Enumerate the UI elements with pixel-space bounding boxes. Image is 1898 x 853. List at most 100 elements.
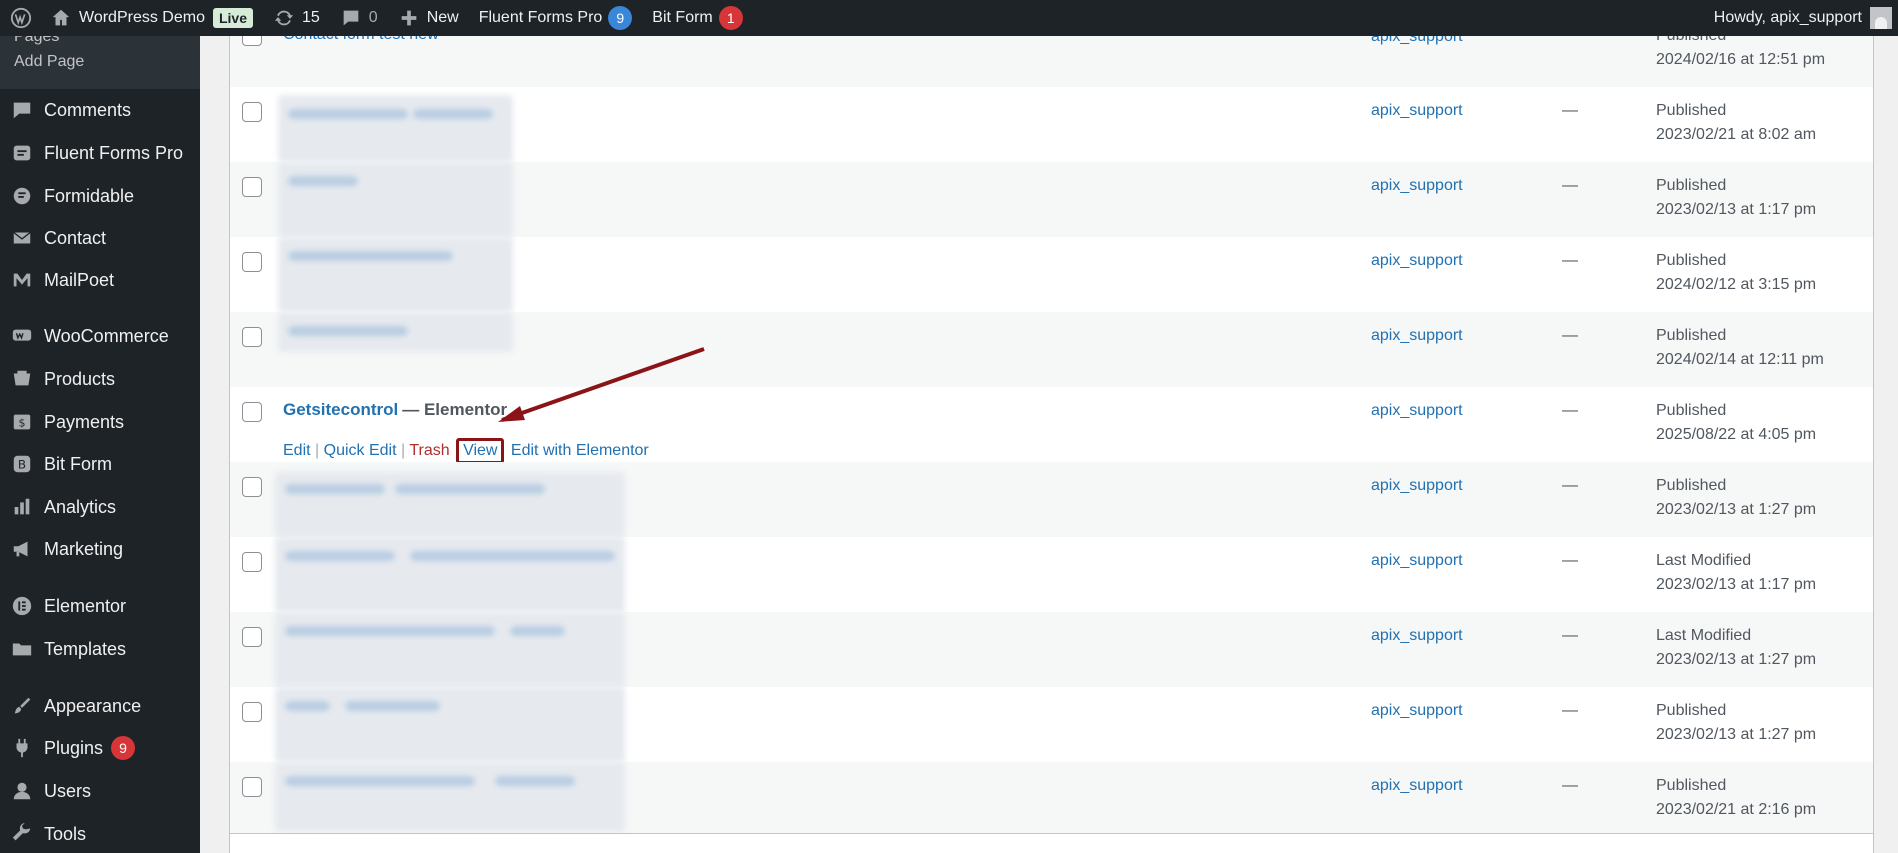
date-value: 2024/02/16 at 12:51 pm [1656,51,1826,68]
sidebar-item-templates[interactable]: Templates [0,629,200,669]
sidebar-item-comments[interactable]: Comments [0,90,200,130]
status-label: Last Modified [1656,552,1752,569]
date-cell: Published 2024/02/14 at 12:11 pm [1656,324,1824,372]
sidebar-item-plugins[interactable]: Plugins 9 [0,728,200,768]
updates-menu[interactable]: 15 [263,0,330,36]
site-name: WordPress Demo [79,9,205,26]
row-checkbox[interactable] [242,36,262,46]
date-cell: Published 2023/02/21 at 2:16 pm [1656,774,1816,822]
row-title: Getsitecontrol — Elementor [283,400,507,420]
wordpress-logo-menu[interactable] [0,0,40,36]
sidebar-item-appearance[interactable]: Appearance [0,686,200,726]
sidebar-item-elementor[interactable]: Elementor [0,586,200,626]
plugin-icon [10,736,34,760]
date-cell: Last Modified 2023/02/13 at 1:17 pm [1656,549,1816,597]
author-link[interactable]: apix_support [1371,36,1463,46]
new-content-menu[interactable]: New [388,0,469,36]
my-account-menu[interactable]: Howdy, apix_support [1704,0,1898,36]
date-value: 2023/02/21 at 2:16 pm [1656,801,1817,818]
date-value: 2023/02/13 at 1:27 pm [1656,501,1817,518]
row-checkbox[interactable] [242,252,262,272]
bit-form-menu[interactable]: Bit Form 1 [642,0,752,36]
row-title-link[interactable]: Getsitecontrol [283,400,398,419]
sidebar-item-woocommerce[interactable]: WooCommerce [0,316,200,356]
row-title-link[interactable]: Contact form test new [283,36,439,44]
submenu-item-add-page[interactable]: Add Page [14,53,84,71]
view-link[interactable]: View [456,438,505,464]
comment-icon [10,98,34,122]
sidebar-item-bit-form[interactable]: B Bit Form [0,444,200,484]
date-cell: Published 2023/02/13 at 1:27 pm [1656,474,1816,522]
row-checkbox[interactable] [242,102,262,122]
date-value: 2023/02/21 at 8:02 am [1656,126,1817,143]
edit-with-elementor-link[interactable]: Edit with Elementor [511,442,649,459]
sidebar-item-formidable[interactable]: Formidable [0,176,200,216]
quick-edit-link[interactable]: Quick Edit [324,442,397,459]
sidebar-item-contact[interactable]: Contact [0,218,200,258]
comment-bubble-icon [340,7,362,29]
table-row: apix_support — Last Modified 2023/02/13 at … [230,537,1873,612]
howdy-text: Howdy, apix_support [1713,9,1862,26]
table-row: apix_support — Published 2023/02/21 at 2:16… [230,762,1873,837]
table-row: apix_support — Last Modified 2023/02/13 at … [230,612,1873,687]
table-row: apix_support — Published 2023/02/21 at 8:02… [230,87,1873,162]
action-separator: | [396,442,410,459]
row-checkbox[interactable] [242,177,262,197]
sidebar-item-marketing[interactable]: Marketing [0,529,200,569]
fluent-forms-menu[interactable]: Fluent Forms Pro 9 [469,0,643,36]
sidebar-item-payments[interactable]: $ Payments [0,402,200,442]
edit-link[interactable]: Edit [283,442,311,459]
status-label: Published [1656,402,1727,419]
row-checkbox[interactable] [242,702,262,722]
site-name-menu[interactable]: WordPress Demo Live [40,0,263,36]
status-label: Published [1656,327,1727,344]
author-link[interactable]: apix_support [1371,777,1463,795]
sidebar-item-analytics[interactable]: Analytics [0,487,200,527]
row-checkbox[interactable] [242,477,262,497]
status-label: Published [1656,36,1825,48]
home-icon [50,7,72,29]
sidebar-item-users[interactable]: Users [0,771,200,811]
submenu-item-all-pages[interactable]: Pages [14,36,59,46]
row-checkbox[interactable] [242,627,262,647]
author-link[interactable]: apix_support [1371,102,1463,120]
row-checkbox[interactable] [242,327,262,347]
redacted-title [278,237,513,312]
date-value: 2023/02/13 at 1:17 pm [1656,576,1817,593]
sidebar-item-mailpoet[interactable]: MailPoet [0,260,200,300]
redacted-title [278,312,513,352]
sidebar-item-label: Contact [44,227,107,248]
author-link[interactable]: apix_support [1371,402,1463,420]
comments-menu[interactable]: 0 [330,0,388,36]
status-label: Published [1656,252,1727,269]
sidebar-item-label: Analytics [44,496,117,517]
author-link[interactable]: apix_support [1371,702,1463,720]
author-link[interactable]: apix_support [1371,627,1463,645]
author-link[interactable]: apix_support [1371,552,1463,570]
author-link[interactable]: apix_support [1371,477,1463,495]
date-cell: Published 2023/02/13 at 1:27 pm [1656,699,1816,747]
sidebar-item-label: Templates [44,638,127,659]
redacted-title [275,537,625,612]
status-label: Published [1656,102,1727,119]
author-link[interactable]: apix_support [1371,252,1463,270]
wrench-icon [10,822,34,846]
post-state-label: — Elementor [402,400,508,419]
pages-submenu: Pages Add Page [0,36,200,89]
trash-link[interactable]: Trash [409,442,449,459]
row-checkbox[interactable] [242,552,262,572]
comments-dash: — [1562,402,1578,419]
author-link[interactable]: apix_support [1371,177,1463,195]
pages-list-table: Contact form test new apix_support Publish… [229,36,1874,853]
row-checkbox[interactable] [242,402,262,422]
elementor-icon [10,594,34,618]
sidebar-item-products[interactable]: Products [0,359,200,399]
sidebar-item-tools[interactable]: Tools [0,814,200,853]
sidebar-item-label: Formidable [44,185,135,206]
sidebar-item-fluent-forms-pro[interactable]: Fluent Forms Pro [0,133,200,173]
redacted-title [278,162,513,237]
sidebar-item-label: Tools [44,823,87,844]
date-value: 2024/02/12 at 3:15 pm [1656,276,1817,293]
author-link[interactable]: apix_support [1371,327,1463,345]
row-checkbox[interactable] [242,777,262,797]
